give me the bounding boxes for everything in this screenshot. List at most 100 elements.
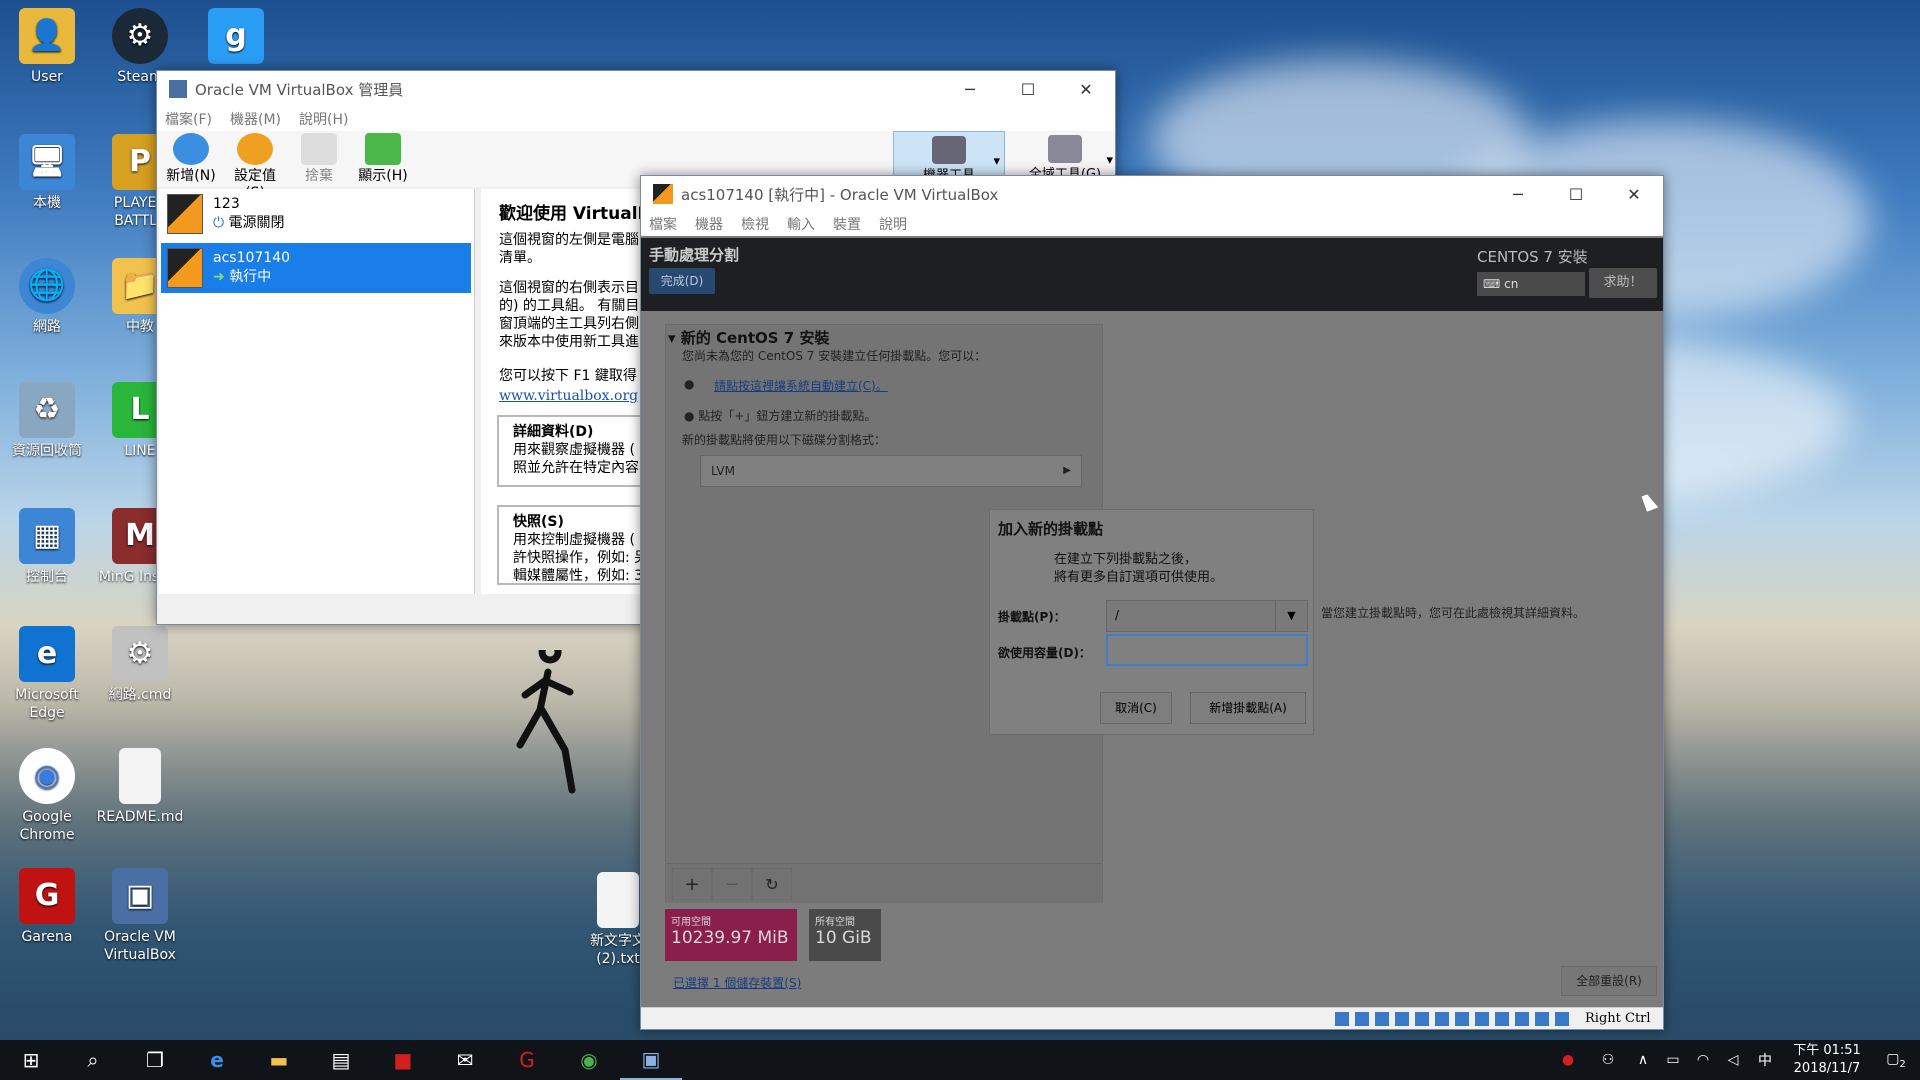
virtualbox-icon[interactable]: ▣ [620, 1040, 682, 1080]
status-device-icons[interactable] [1335, 1012, 1575, 1026]
ime-indicator[interactable]: 中 [1748, 1050, 1782, 1070]
total-space-value: 10 GiB [815, 928, 872, 948]
menu-file[interactable]: 檔案 [649, 214, 677, 234]
wifi-icon[interactable]: ◠ [1688, 1052, 1718, 1068]
gear-icon [237, 133, 273, 165]
clock-time: 下午 01:51 [1793, 1043, 1861, 1058]
dropdown-button[interactable]: ▼ [1275, 601, 1307, 631]
vm-name: acs107140 [213, 250, 291, 266]
available-space-box: 可用空間 10239.97 MiB [665, 909, 797, 961]
edge-icon[interactable]: e [186, 1040, 248, 1080]
new-icon [173, 133, 209, 165]
partition-scheme-select[interactable]: LVM ▶ [700, 455, 1082, 487]
desktop-icon-recycle-bin[interactable]: ♻ 資源回收筒 [0, 382, 95, 460]
system-tray: ● ⚇ ∧ ▭ ◠ ◁ 中 下午 01:51 2018/11/7 ▢2 [1548, 1040, 1920, 1080]
menu-help[interactable]: 說明(H) [299, 109, 348, 129]
menu-machine[interactable]: 機器(M) [230, 109, 281, 129]
mail-icon[interactable]: ✉ [434, 1040, 496, 1080]
desktop-icon-virtualbox[interactable]: ▣ Oracle VM VirtualBox [92, 868, 188, 964]
discard-button[interactable]: 捨棄 [289, 133, 349, 185]
start-button[interactable]: ⊞ [0, 1040, 62, 1080]
clock-date: 2018/11/7 [1793, 1061, 1861, 1076]
vm-titlebar: acs107140 [執行中] - Oracle VM VirtualBox ─… [641, 176, 1663, 212]
notification-icon[interactable]: ▢2 [1872, 1051, 1920, 1070]
add-mount-button[interactable]: + [672, 868, 712, 900]
computer-icon: 🖥 [19, 134, 75, 190]
vm-os-icon [167, 194, 203, 234]
desktop-icon-garena[interactable]: G Garena [0, 868, 95, 946]
arrow-right-icon [365, 133, 401, 165]
details-hint: 當您建立掛載點時，您可在此處檢視其詳細資料。 [1321, 606, 1586, 620]
recycle-bin-icon: ♻ [19, 382, 75, 438]
reset-all-button[interactable]: 全部重設(R) [1561, 966, 1657, 996]
volume-icon[interactable]: ◁ [1718, 1052, 1748, 1068]
menu-file[interactable]: 檔案(F) [165, 109, 212, 129]
control-panel-icon: ▦ [19, 508, 75, 564]
capacity-input[interactable] [1106, 634, 1308, 666]
menu-machine[interactable]: 機器 [695, 214, 723, 234]
expander-icon[interactable]: ▾ [668, 329, 676, 347]
search-icon[interactable]: ⌕ [62, 1040, 124, 1080]
auto-create-link[interactable]: 請點按這裡讓系統自動建立(C)。 [714, 377, 888, 394]
minimize-button[interactable]: ─ [941, 71, 999, 107]
menu-devices[interactable]: 裝置 [833, 214, 861, 234]
chevron-up-icon[interactable]: ∧ [1628, 1052, 1658, 1068]
vm-window-icon [653, 184, 673, 204]
remove-mount-button[interactable]: − [712, 868, 752, 900]
vm-item-acs107140[interactable]: acs107140 ➜ 執行中 [161, 243, 471, 293]
garena-icon[interactable]: G [496, 1040, 558, 1080]
store-icon[interactable]: ▤ [310, 1040, 372, 1080]
cancel-button[interactable]: 取消(C) [1100, 692, 1172, 724]
vm-name: 123 [213, 196, 240, 212]
tray-app-icon[interactable]: ● [1548, 1052, 1588, 1068]
vm-state: ⏻ 電源關閉 [213, 215, 285, 231]
keyboard-layout-indicator[interactable]: ⌨ cn [1477, 272, 1585, 296]
desktop-icon-this-pc[interactable]: 🖥 本機 [0, 134, 95, 212]
clock[interactable]: 下午 01:51 2018/11/7 [1782, 1042, 1872, 1078]
available-space-label: 可用空間 [671, 917, 711, 928]
virtualbox-link[interactable]: www.virtualbox.org [499, 388, 638, 404]
menu-help[interactable]: 說明 [879, 214, 907, 234]
battery-icon[interactable]: ▭ [1658, 1052, 1688, 1068]
text-file-icon [597, 872, 639, 928]
section-title: 新的 CentOS 7 安裝 [680, 329, 830, 347]
mount-point-value: / [1115, 608, 1120, 622]
maximize-button[interactable]: ☐ [999, 71, 1057, 107]
done-button[interactable]: 完成(D) [649, 268, 715, 294]
taskbar: ⊞ ⌕ ❐ e ▬ ▤ ■ ✉ G ◉ ▣ ● ⚇ ∧ ▭ ◠ ◁ 中 下午 0… [0, 1040, 1920, 1080]
desktop-icon-control-panel[interactable]: ▦ 控制台 [0, 508, 95, 586]
desktop-icon-network[interactable]: 🌐 網路 [0, 258, 95, 336]
new-button[interactable]: 新增(N) [161, 133, 221, 185]
show-button[interactable]: 顯示(H) [353, 133, 413, 185]
installer-header: 手動處理分割 完成(D) CENTOS 7 安裝 ⌨ cn 求助！ [641, 238, 1663, 311]
hammer-icon [932, 136, 966, 164]
chevron-down-icon: ▾ [1106, 153, 1113, 168]
maximize-button[interactable]: ☐ [1547, 176, 1605, 212]
task-view-icon[interactable]: ❐ [124, 1040, 186, 1080]
refresh-icon[interactable]: ↻ [752, 868, 792, 900]
storage-devices-link[interactable]: 已選擇 1 個儲存裝置(S) [673, 974, 801, 991]
desktop-icon-g[interactable]: g [188, 8, 284, 68]
edge-icon: e [19, 626, 75, 682]
menu-view[interactable]: 檢視 [741, 214, 769, 234]
close-button[interactable]: ✕ [1057, 71, 1115, 107]
add-mount-point-button[interactable]: 新增掛載點(A) [1190, 692, 1306, 724]
desktop-icon-edge[interactable]: e Microsoft Edge [0, 626, 95, 722]
minimize-button[interactable]: ─ [1489, 176, 1547, 212]
chrome-icon[interactable]: ◉ [558, 1040, 620, 1080]
desktop-icon-readme[interactable]: README.md [92, 748, 188, 826]
people-icon[interactable]: ⚇ [1588, 1052, 1628, 1068]
mount-point-combo[interactable]: / ▼ [1106, 600, 1308, 632]
manager-titlebar: Oracle VM VirtualBox 管理員 ─ ☐ ✕ [157, 71, 1115, 107]
desktop-icon-user[interactable]: 👤 User [0, 8, 95, 86]
help-button[interactable]: 求助！ [1589, 268, 1657, 298]
running-arrow-icon: ➜ [213, 269, 230, 285]
user-icon: 👤 [19, 8, 75, 64]
desktop-icon-network-cmd[interactable]: ⚙ 網路.cmd [92, 626, 188, 704]
close-button[interactable]: ✕ [1605, 176, 1663, 212]
file-explorer-icon[interactable]: ▬ [248, 1040, 310, 1080]
menu-input[interactable]: 輸入 [787, 214, 815, 234]
desktop-icon-chrome[interactable]: ◉ Google Chrome [0, 748, 95, 844]
vm-item-123[interactable]: 123 ⏻ 電源關閉 [161, 189, 471, 239]
app-red-icon[interactable]: ■ [372, 1040, 434, 1080]
